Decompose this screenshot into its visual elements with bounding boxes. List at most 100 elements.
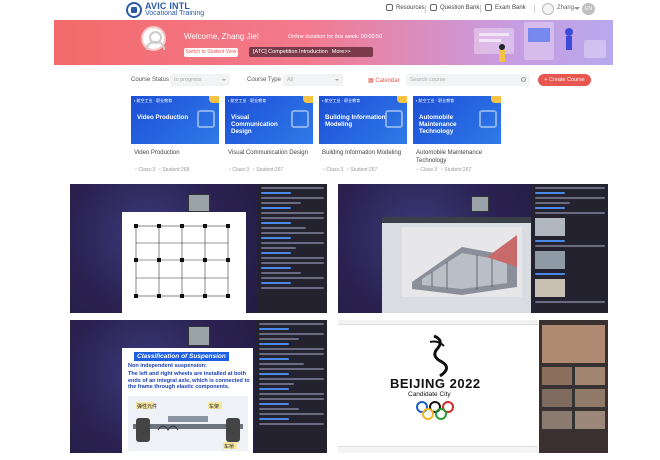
course-type-label: Course Type <box>247 77 281 83</box>
course-meta: ◔ Class:3 ◔ Student:267 <box>416 167 472 173</box>
floor-plan-drawing <box>134 224 230 298</box>
top-header: AVIC INTL Vocational Training Resources … <box>0 0 660 20</box>
calendar-label: Calendar <box>375 78 400 84</box>
school-banner: ▪ 航空工业 · 职业教育 <box>228 98 267 103</box>
create-course-button[interactable]: + Create Course <box>538 74 591 86</box>
participant-video[interactable] <box>541 388 573 408</box>
resources-icon <box>386 4 393 11</box>
chat-image <box>535 279 565 297</box>
course-card[interactable]: ▪ 航空工业 · 职业教育 Building Information Model… <box>319 96 407 179</box>
chat-image <box>535 218 565 236</box>
software-toolbar <box>382 217 531 223</box>
chevron-down-icon[interactable] <box>574 7 580 10</box>
participant-video[interactable] <box>541 366 573 386</box>
question-bank-icon <box>430 4 437 11</box>
course-student-count: Student:267 <box>256 167 284 173</box>
beijing-2022-emblem <box>429 334 448 378</box>
course-thumb-title: Video Production <box>137 114 189 121</box>
calendar-icon: ▦ <box>368 78 374 84</box>
nav-question-bank[interactable]: Question Bank <box>430 4 479 11</box>
course-class-count: Class:3 <box>138 167 156 173</box>
course-name: Video Production <box>134 150 180 156</box>
course-student-count: Student:268 <box>162 167 190 173</box>
video-controls[interactable] <box>338 446 538 453</box>
course-card[interactable]: ▪ 航空工业 · 职业教育 Automobile Maintenance Tec… <box>413 96 501 179</box>
status-badge <box>397 96 407 103</box>
user-avatar[interactable] <box>542 3 554 15</box>
profile-avatar[interactable] <box>141 26 166 51</box>
course-name: Building Information Modeling <box>322 150 402 156</box>
welcome-banner: Welcome, Zhang Jie! Online duration for … <box>54 20 613 65</box>
course-meta: ◔ Class:3 ◔ Student:267 <box>228 167 284 173</box>
exam-bank-icon <box>485 4 492 11</box>
logo-emblem-icon <box>126 2 142 18</box>
teacher-camera <box>471 196 489 212</box>
beijing-2022-text: BEIJING 2022 <box>390 376 481 391</box>
status-badge <box>491 96 501 103</box>
modeling-software-window <box>382 217 531 313</box>
participant-video[interactable] <box>574 388 606 408</box>
course-card[interactable]: ▪ 航空工业 · 职业教育 Visual Communication Desig… <box>225 96 313 179</box>
nav-divider <box>425 5 426 13</box>
course-thumb-title: Building Information Modeling <box>325 114 386 128</box>
live-class-screenshot-suspension: Classification of Suspension Non indepen… <box>70 320 327 453</box>
course-card[interactable]: ▪ 航空工业 · 职业教育 Video Production Video Pro… <box>131 96 219 179</box>
school-banner: ▪ 航空工业 · 职业教育 <box>416 98 455 103</box>
participant-video[interactable] <box>574 366 606 386</box>
more-link[interactable]: More>> <box>332 49 351 55</box>
notice-text: [ATC] Competition Introduction <box>253 49 328 55</box>
course-thumbnail: ▪ 航空工业 · 职业教育 Video Production <box>131 96 219 144</box>
slide-heading: Classification of Suspension <box>134 352 229 361</box>
status-badge <box>209 96 219 103</box>
nav-divider <box>534 5 535 13</box>
course-name: Visual Communication Design <box>228 150 308 156</box>
chat-panel <box>258 184 327 313</box>
notice-bar[interactable]: [ATC] Competition Introduction More>> <box>249 47 373 57</box>
live-class-screenshot-3d-model <box>338 184 608 313</box>
course-filters: Course Status In progress Course Type Al… <box>0 72 660 88</box>
logo-subtitle: Vocational Training <box>145 10 205 17</box>
participant-video[interactable] <box>541 410 573 430</box>
course-class-count: Class:3 <box>420 167 438 173</box>
school-banner: ▪ 航空工业 · 职业教育 <box>322 98 361 103</box>
nav-exam-bank-label: Exam Bank <box>495 4 526 11</box>
search-input[interactable]: Search course <box>406 74 530 86</box>
chat-image <box>535 251 565 269</box>
structural-drawing <box>122 212 246 313</box>
language-switch[interactable]: EN <box>582 3 595 15</box>
video-icon <box>197 110 215 128</box>
diagram-label-axle: 车桥 <box>224 444 235 450</box>
course-class-count: Class:3 <box>232 167 250 173</box>
lecture-slide: Classification of Suspension Non indepen… <box>122 348 253 453</box>
banner-illustration <box>474 22 606 62</box>
live-class-screenshot-beijing: BEIJING 2022 Candidate City <box>338 320 608 453</box>
course-thumbnail: ▪ 航空工业 · 职业教育 Building Information Model… <box>319 96 407 144</box>
course-meta: ◔ Class:3 ◔ Student:268 <box>134 167 190 173</box>
calendar-button[interactable]: ▦ Calendar <box>368 77 400 84</box>
course-thumbnail: ▪ 航空工业 · 职业教育 Automobile Maintenance Tec… <box>413 96 501 144</box>
participant-video[interactable] <box>574 410 606 430</box>
participant-gallery <box>539 320 608 453</box>
participant-video-main[interactable] <box>541 324 606 364</box>
course-status-select[interactable]: In progress <box>170 74 230 86</box>
building-icon <box>385 110 403 128</box>
avic-logo[interactable]: AVIC INTL Vocational Training <box>126 1 216 19</box>
school-banner: ▪ 航空工业 · 职业教育 <box>134 98 173 103</box>
course-type-select[interactable]: All <box>283 74 343 86</box>
welcome-text: Welcome, Zhang Jie! <box>184 32 259 41</box>
chat-panel <box>532 184 608 313</box>
nav-resources[interactable]: Resources <box>386 4 425 11</box>
chat-panel <box>256 320 327 453</box>
nav-exam-bank[interactable]: Exam Bank <box>485 4 526 11</box>
olympic-ring-icon <box>422 408 434 420</box>
search-icon[interactable] <box>521 77 526 82</box>
course-thumbnail: ▪ 航空工业 · 职业教育 Visual Communication Desig… <box>225 96 313 144</box>
online-duration: Online duration for this week: 00:00:50 <box>288 34 383 40</box>
switch-student-view-button[interactable]: Switch to Student View <box>184 48 238 57</box>
nav-question-bank-label: Question Bank <box>440 4 480 11</box>
status-badge <box>303 96 313 103</box>
teacher-camera <box>188 194 210 212</box>
course-student-count: Student:267 <box>444 167 472 173</box>
live-class-screenshot-drawing <box>70 184 327 313</box>
candidate-city-text: Candidate City <box>408 391 451 398</box>
